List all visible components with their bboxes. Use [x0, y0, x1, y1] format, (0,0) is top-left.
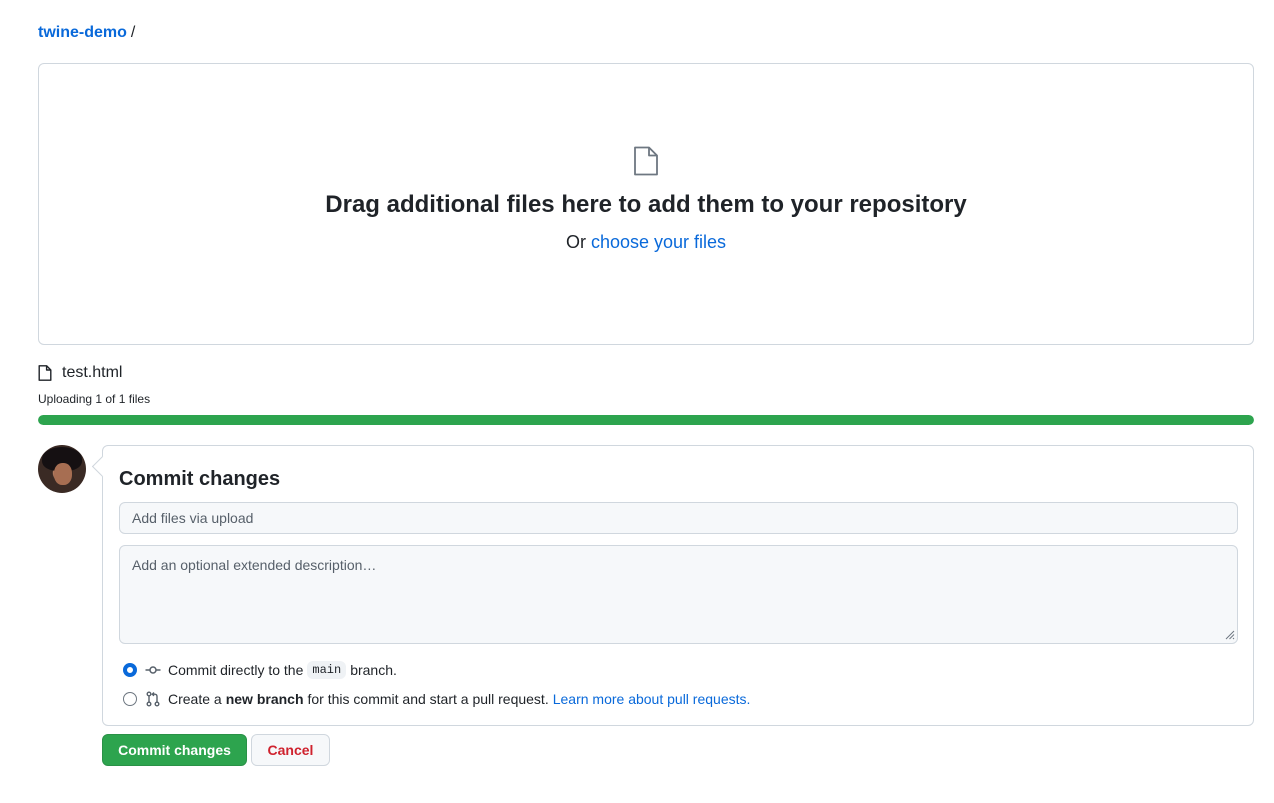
commit-form: Commit changes Commit directly to the ma… [102, 445, 1254, 726]
new-branch-option[interactable]: Create a new branch for this commit and … [123, 689, 750, 709]
cancel-button[interactable]: Cancel [251, 734, 330, 766]
new-branch-radio[interactable] [123, 692, 137, 706]
new-branch-prefix: Create a [168, 691, 222, 707]
branch-name: main [307, 661, 347, 679]
drop-zone-title: Drag additional files here to add them t… [325, 191, 967, 218]
drop-zone-or: Or [565, 232, 586, 252]
file-icon [634, 146, 658, 176]
commit-direct-option[interactable]: Commit directly to the main branch. [123, 660, 397, 680]
upload-status: Uploading 1 of 1 files [38, 392, 151, 406]
file-icon [38, 365, 52, 381]
resize-grip-icon[interactable] [1225, 630, 1235, 640]
breadcrumb: twine-demo / [38, 22, 135, 44]
commit-heading: Commit changes [119, 468, 281, 490]
pull-requests-help-link[interactable]: Learn more about pull requests. [553, 691, 751, 707]
uploaded-file-name: test.html [62, 364, 123, 381]
commit-changes-button[interactable]: Commit changes [102, 734, 247, 766]
git-pull-request-icon [146, 691, 160, 707]
commit-summary-input[interactable] [119, 502, 1238, 534]
file-drop-zone[interactable]: Drag additional files here to add them t… [38, 63, 1254, 345]
repo-link[interactable]: twine-demo [38, 24, 127, 41]
avatar [38, 445, 86, 493]
git-commit-icon [145, 666, 161, 674]
choose-files-link[interactable]: choose your files [591, 232, 726, 252]
commit-direct-text: Commit directly to the [168, 662, 304, 678]
commit-description-textarea[interactable] [119, 545, 1238, 644]
drop-zone-subtitle: Or choose your files [39, 230, 1253, 254]
uploaded-file-row: test.html [38, 363, 122, 383]
new-branch-suffix: for this commit and start a pull request… [307, 691, 549, 707]
upload-progress-bar [38, 415, 1254, 425]
new-branch-bold: new branch [225, 691, 304, 707]
breadcrumb-separator: / [130, 24, 136, 41]
upload-progress-fill [38, 415, 1254, 425]
commit-direct-suffix: branch. [350, 662, 397, 678]
commit-direct-radio[interactable] [123, 663, 137, 677]
